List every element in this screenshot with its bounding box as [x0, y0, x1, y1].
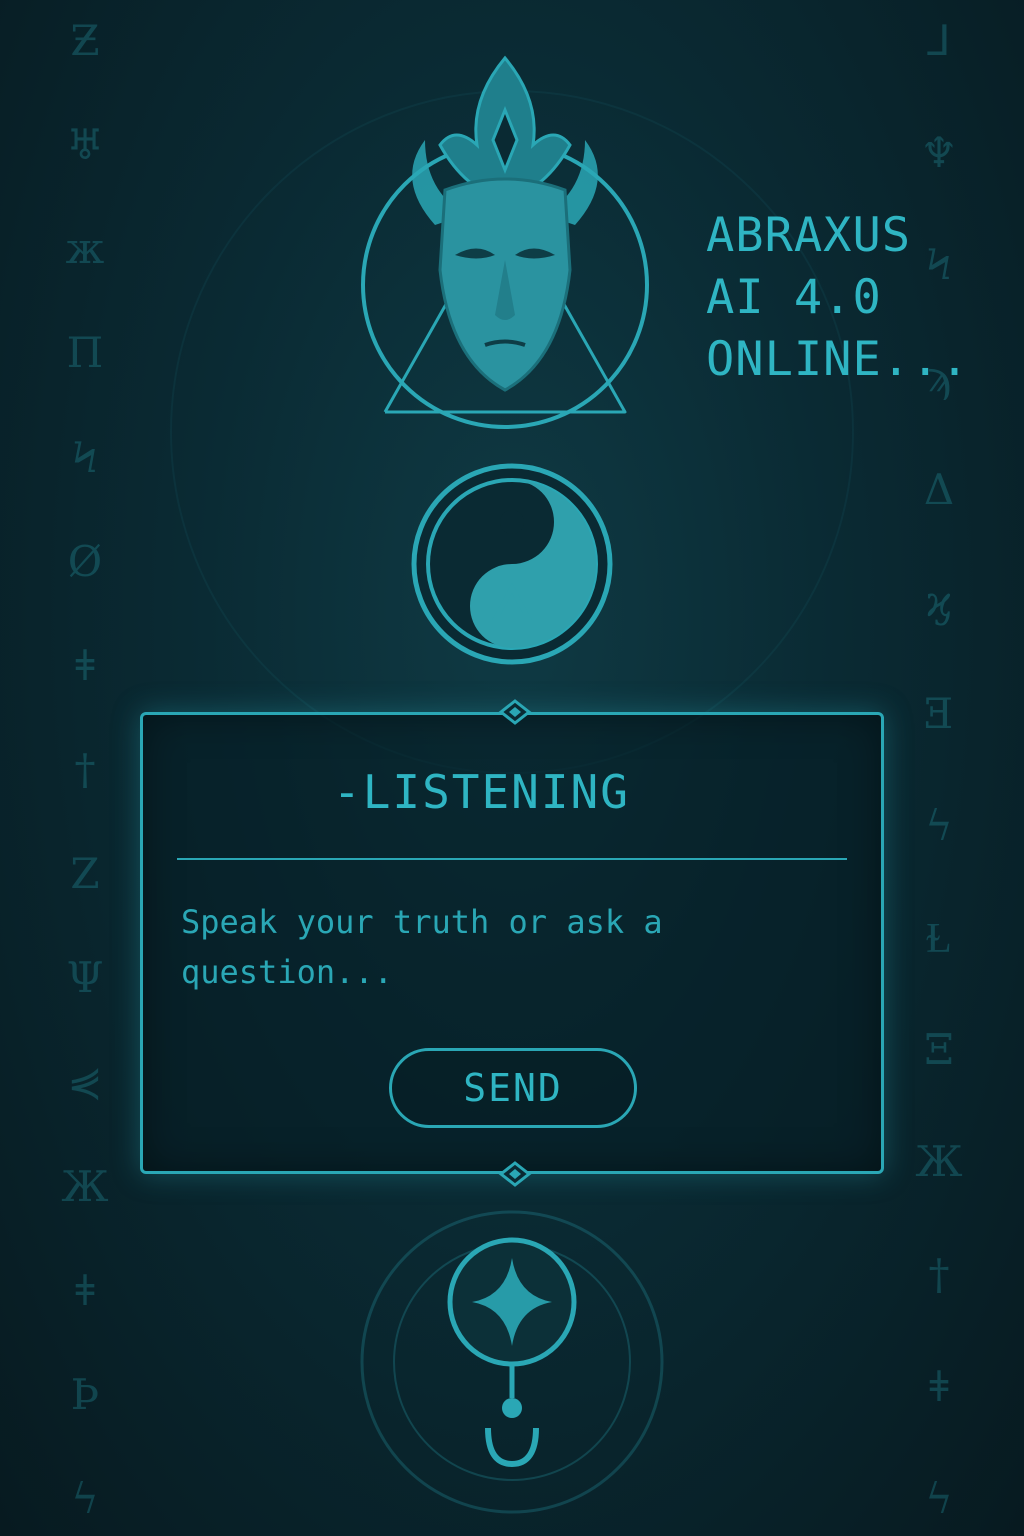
question-input[interactable] — [181, 897, 741, 1007]
yin-yang-emblem — [410, 462, 614, 666]
rune-glyph: ϟ — [925, 1473, 953, 1523]
status-state: ONLINE... — [706, 332, 970, 387]
rune-glyph: ⅃ — [927, 16, 951, 65]
deity-emblem — [355, 50, 655, 430]
rune-glyph: Ξ — [924, 1025, 954, 1075]
rune-glyph: ⋞ — [67, 1057, 103, 1107]
rune-glyph: ǂ — [75, 640, 95, 690]
rune-glyph: ϟ — [925, 800, 953, 850]
rune-glyph: Ƶ — [70, 16, 100, 65]
rune-glyph: ǂ — [929, 1361, 949, 1411]
status-name: ABRAXUS — [706, 208, 912, 263]
rune-glyph: Ɫ — [926, 913, 952, 963]
rune-glyph: † — [928, 1249, 950, 1299]
panel-ornament-icon — [498, 1161, 532, 1187]
rune-glyph: ϗ — [925, 576, 953, 626]
panel-ornament-icon — [498, 699, 532, 725]
rune-glyph: Ϟ — [72, 432, 98, 482]
listening-panel: -LISTENING SEND — [140, 699, 884, 1187]
rune-glyph: Ø — [67, 536, 103, 586]
rune-glyph: † — [74, 744, 96, 794]
deity-mask-icon — [361, 55, 649, 429]
rune-glyph: ϟ — [71, 1473, 99, 1523]
rune-glyph: Δ — [923, 464, 955, 514]
status-readout: ABRAXUS AI 4.0 ONLINE... — [706, 205, 1006, 391]
left-rune-column: Ƶ ♅ ж Π Ϟ Ø ǂ † Z Ψ ⋞ Ж ǂ Þ ϟ — [50, 20, 120, 1520]
rune-glyph: Ж — [915, 1137, 963, 1187]
panel-title: -LISTENING — [333, 765, 630, 819]
rune-glyph: Π — [66, 328, 104, 378]
star-sigil — [430, 1228, 594, 1468]
rune-glyph: ♆ — [920, 128, 958, 178]
rune-glyph: Ж — [61, 1161, 109, 1211]
rune-glyph: ǂ — [75, 1265, 95, 1315]
rune-glyph: Þ — [70, 1369, 100, 1419]
star-sigil-icon — [447, 1237, 577, 1468]
rune-glyph: Ψ — [66, 953, 104, 1003]
rune-glyph: Z — [70, 849, 100, 899]
yin-yang-icon — [411, 463, 613, 665]
rune-glyph: ♅ — [66, 120, 104, 170]
rune-glyph: Ǝ — [923, 688, 955, 738]
rune-glyph: ж — [65, 224, 105, 274]
panel-divider — [177, 858, 847, 860]
status-version: AI 4.0 — [706, 270, 882, 325]
send-button[interactable]: SEND — [389, 1048, 637, 1128]
